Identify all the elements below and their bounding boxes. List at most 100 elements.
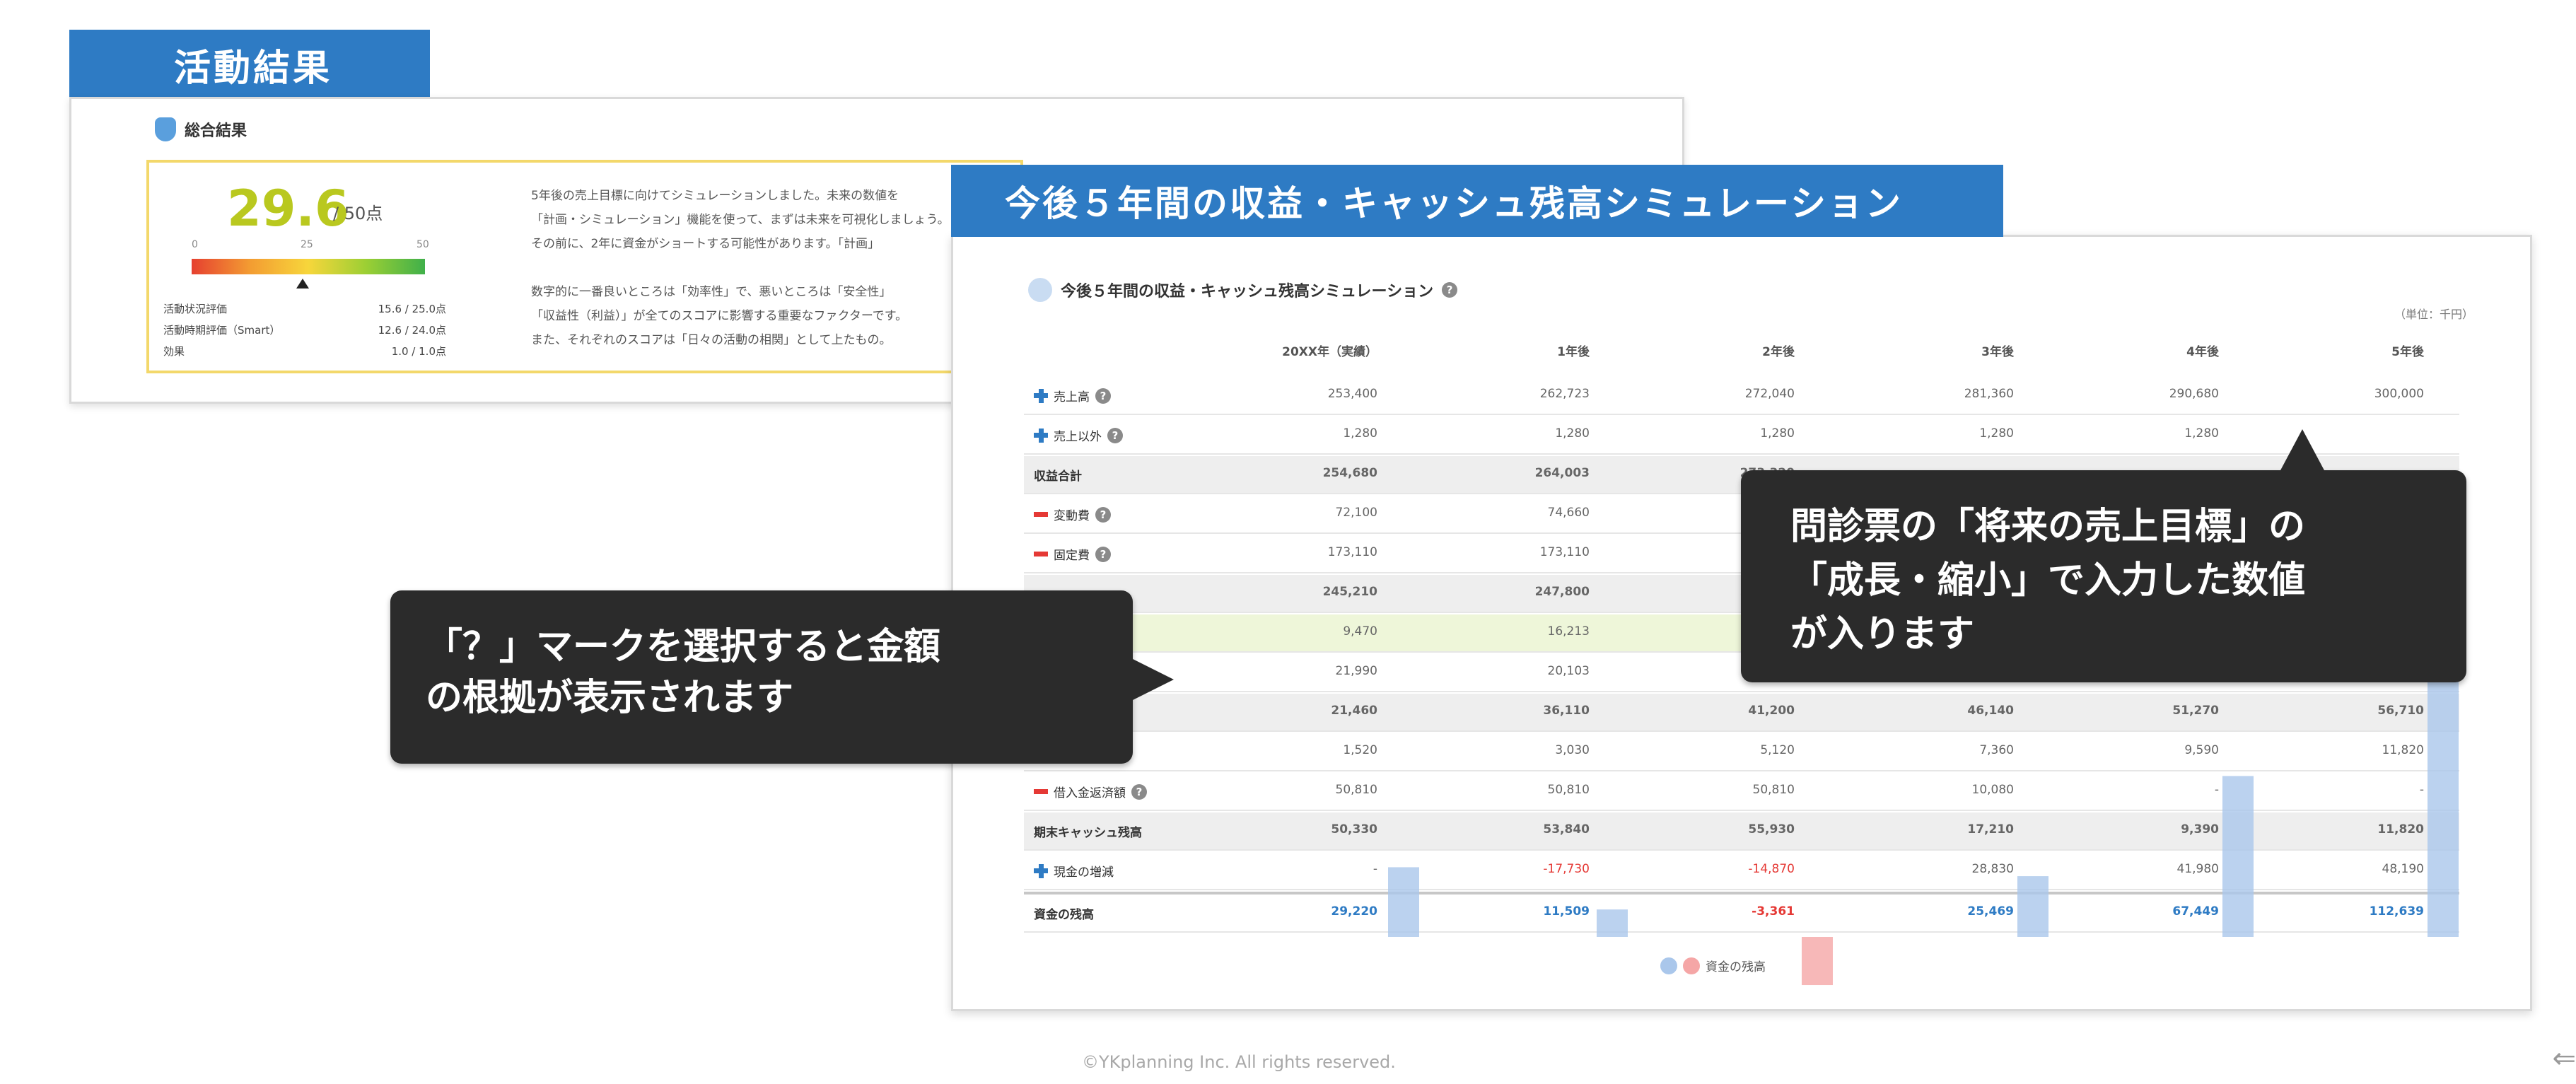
activity-results-tab[interactable]: 活動結果: [69, 30, 430, 99]
table-cell: -: [1372, 862, 1377, 876]
row-label-text: 借入金返済額: [1054, 786, 1126, 800]
callout-line: 「？」マークを選択すると金額: [426, 626, 941, 668]
table-cell: 1,280: [1760, 426, 1795, 441]
table-cell: 28,830: [1971, 862, 2014, 876]
row-label-text: 変動費: [1054, 509, 1090, 523]
column-header: 2年後: [1762, 345, 1795, 359]
question-icon[interactable]: ?: [1095, 387, 1111, 404]
table-cell: 50,330: [1331, 822, 1377, 837]
copyright-text: ©YKplanning Inc. All rights reserved.: [1082, 1052, 1396, 1072]
table-cell: 55,930: [1748, 822, 1795, 837]
gauge-tick-max: 50: [416, 239, 429, 250]
shield-icon: [155, 117, 176, 141]
question-icon[interactable]: ?: [1107, 427, 1123, 443]
results-description: 5年後の売上目標に向けてシミュレーションしました。未来の数値を 「計画・シミュレ…: [531, 189, 950, 347]
row-label: 売上高?: [1034, 387, 1111, 404]
table-row: 借入金返済額? 50,810 50,810 50,810 10,080 - -: [1024, 773, 2459, 811]
table-cell: 41,980: [2176, 862, 2219, 876]
stat-label: 効果: [163, 345, 185, 358]
table-cell: -17,730: [1543, 862, 1590, 876]
table-cell: 46,140: [1967, 704, 2014, 718]
table-row: ?21,46036,11041,20046,14051,27056,710: [1024, 694, 2459, 732]
back-arrow-icon[interactable]: ⇐: [2552, 1042, 2576, 1075]
table-header: 20XX年（実績） 1年後 2年後 3年後 4年後 5年後: [1024, 332, 2459, 370]
row-label: 収益合計: [1034, 466, 1082, 484]
score-unit: / 50点: [333, 204, 383, 223]
question-mark-callout: 「？」マークを選択すると金額 の根拠が表示されます: [390, 590, 1174, 764]
question-icon[interactable]: ?: [1095, 506, 1111, 523]
minus-icon: [1034, 507, 1048, 522]
table-cell: 21,460: [1331, 704, 1377, 718]
legend-positive-icon: [1660, 957, 1677, 974]
stat-row: 活動時期評価（Smart） 12.6 / 24.0点: [163, 322, 446, 337]
stat-value: 12.6 / 24.0点: [378, 324, 446, 337]
question-icon[interactable]: ?: [1131, 783, 1147, 800]
row-label-text: 売上高: [1054, 390, 1090, 404]
callout-line: が入ります: [1790, 613, 1975, 655]
column-header: 3年後: [1981, 345, 2014, 359]
table-cell: 36,110: [1543, 704, 1590, 718]
question-icon[interactable]: ?: [1442, 282, 1458, 298]
table-cell: 11,509: [1543, 904, 1590, 919]
column-header: 20XX年（実績）: [1282, 345, 1377, 359]
activity-results-title: 活動結果: [174, 47, 333, 90]
table-cell: 17,210: [1967, 822, 2014, 837]
table-cell: 50,810: [1752, 783, 1795, 797]
row-label: 期末キャッシュ残高: [1034, 822, 1142, 840]
table-row: ?1,5203,0305,1207,3609,59011,820: [1024, 733, 2459, 771]
unit-label: （単位：千円）: [2394, 308, 2473, 321]
plus-icon: [1034, 388, 1048, 403]
simulation-tab-title: 今後５年間の収益・キャッシュ残高シミュレーション: [1005, 183, 1903, 224]
row-label: 現金の増減: [1034, 862, 1114, 880]
table-cell: -3,361: [1752, 904, 1795, 919]
table-row: 期末キャッシュ残高 50,330 53,840 55,930 17,210 9,390 11…: [1024, 812, 2459, 851]
table-cell: 173,110: [1539, 545, 1590, 559]
table-cell: 53,840: [1543, 822, 1590, 837]
callout-line: の根拠が表示されます: [426, 677, 794, 719]
row-label: 借入金返済額?: [1034, 783, 1147, 800]
table-cell: 247,800: [1534, 585, 1590, 599]
table-cell: 1,280: [1555, 426, 1590, 441]
score-gauge: [192, 259, 425, 274]
table-row: 資金の残高 29,220 11,509 -3,361 25,469 67,449 112,6…: [1024, 892, 2459, 933]
table-cell: 41,200: [1748, 704, 1795, 718]
table-cell: 281,360: [1964, 387, 2014, 401]
table-cell: 50,810: [1547, 783, 1590, 797]
plus-icon: [1034, 863, 1048, 878]
total-score: 29.6: [227, 180, 349, 238]
simulation-tab[interactable]: 今後５年間の収益・キャッシュ残高シミュレーション: [951, 165, 2003, 237]
table-cell: 264,003: [1534, 466, 1590, 480]
table-cell: -: [2214, 783, 2219, 797]
row-label-text: 資金の残高: [1034, 908, 1094, 922]
table-row: 現金の増減 - -17,730 -14,870 28,830 41,980 48,190: [1024, 852, 2459, 890]
table-cell: -14,870: [1748, 862, 1795, 876]
chart-icon: [1028, 278, 1052, 302]
table-cell: 1,280: [1979, 426, 2014, 441]
row-label-text: 収益合計: [1034, 470, 1082, 484]
row-label: 売上以外?: [1034, 426, 1123, 444]
simulation-heading: 今後５年間の収益・キャッシュ残高シミュレーション ?: [1028, 278, 1458, 302]
row-label-text: 固定費: [1054, 549, 1090, 563]
table-row: 売上高? 253,400 262,723 272,040 281,360 290,680 3…: [1024, 377, 2459, 415]
table-cell: 10,080: [1971, 783, 2014, 797]
table-cell: 74,660: [1547, 506, 1590, 520]
table-cell: 9,390: [2181, 822, 2219, 837]
table-cell: 29,220: [1331, 904, 1377, 919]
table-cell: 272,040: [1744, 387, 1795, 401]
overall-results-label: 総合結果: [185, 122, 247, 140]
table-cell: 112,639: [2369, 904, 2424, 919]
table-cell: 21,990: [1335, 664, 1377, 678]
table-cell: 262,723: [1539, 387, 1590, 401]
table-cell: 254,680: [1322, 466, 1377, 480]
stat-label: 活動状況評価: [163, 303, 228, 315]
question-icon[interactable]: ?: [1095, 546, 1111, 562]
overall-results-heading: 総合結果: [155, 117, 247, 141]
row-label: 変動費?: [1034, 506, 1111, 523]
cash-balance-bar: [1802, 937, 1833, 986]
table-cell: 9,590: [2184, 743, 2219, 757]
row-label: 固定費?: [1034, 545, 1111, 563]
column-header: 4年後: [2186, 345, 2219, 359]
chart-legend: 資金の残高: [1660, 957, 1766, 974]
plus-icon: [1034, 428, 1048, 443]
legend-label: 資金の残高: [1706, 960, 1766, 974]
